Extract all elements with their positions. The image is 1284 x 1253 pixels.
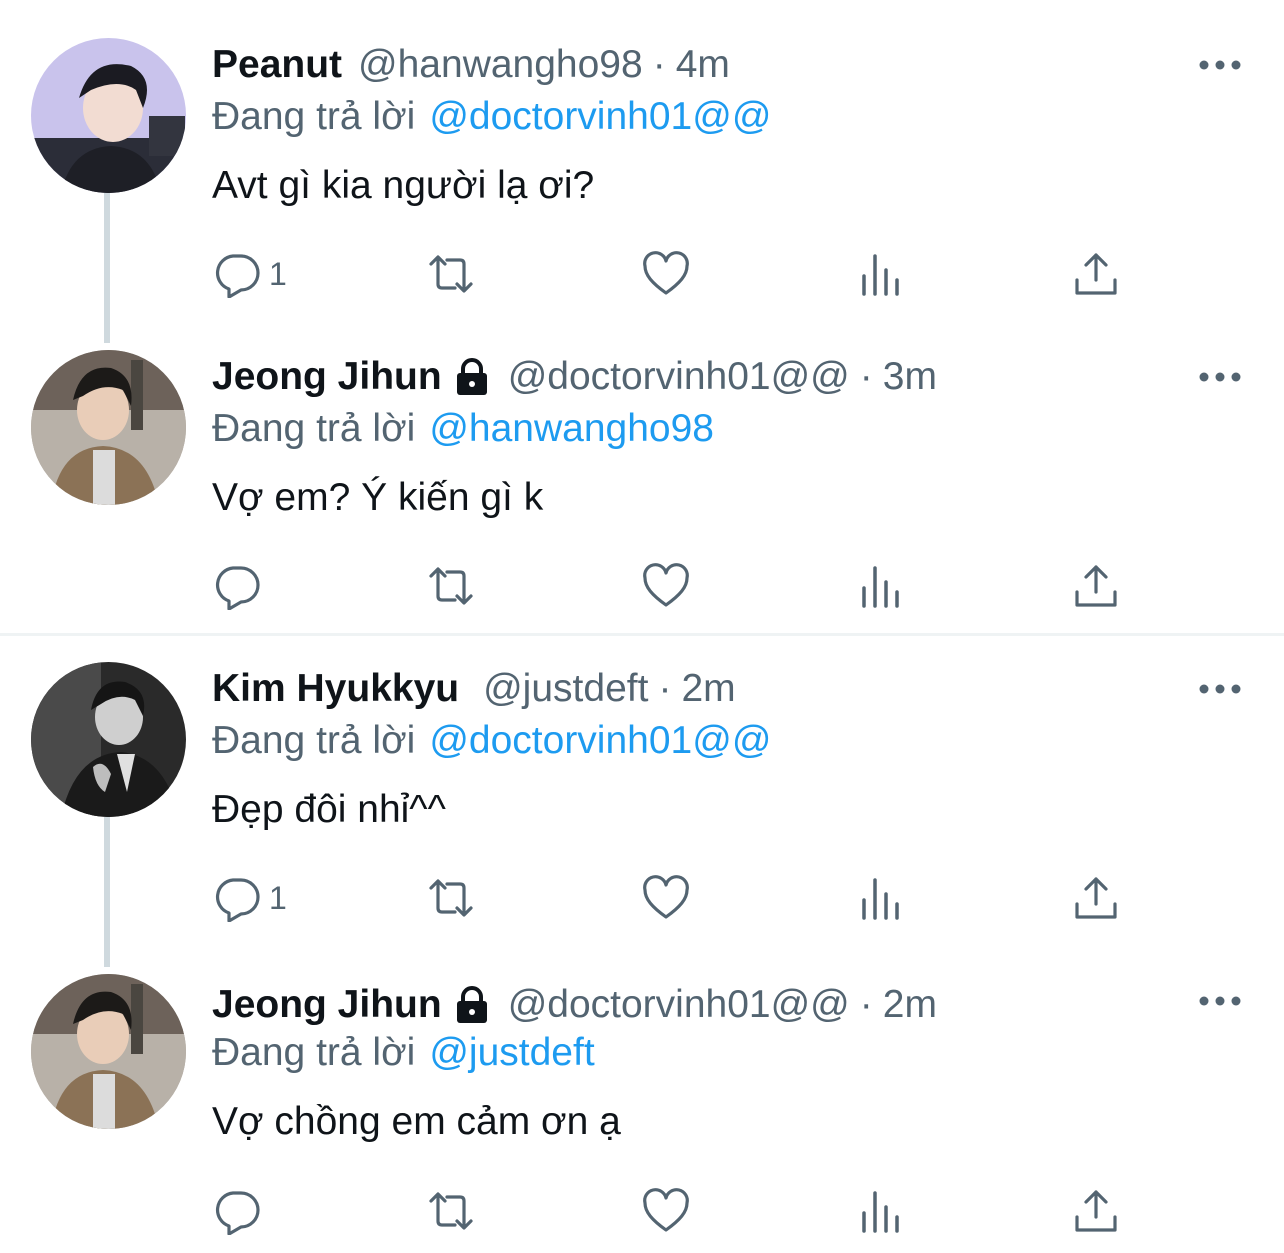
retweet-icon [429, 879, 473, 917]
retweet-icon [429, 567, 473, 605]
reply-count: 1 [269, 879, 287, 916]
replying-to: Đang trả lời @doctorvinh01@@ [212, 717, 771, 765]
tweet[interactable]: Jeong Jihun @doctorvinh01@@ · 2m Đang tr… [0, 936, 1284, 1253]
share-icon [1075, 1190, 1117, 1232]
avatar-photo [31, 38, 186, 193]
tweet-text: Vợ chồng em cảm ơn ạ [212, 1100, 621, 1143]
avatar[interactable] [31, 974, 186, 1129]
retweet-button[interactable] [427, 561, 475, 611]
replying-to-label: Đang trả lời [212, 407, 416, 450]
retweet-button[interactable] [427, 249, 475, 299]
reply-button[interactable] [213, 561, 269, 611]
avatar-photo [31, 350, 186, 505]
replying-to-label: Đang trả lời [212, 95, 416, 138]
reply-icon [215, 1191, 260, 1235]
display-name[interactable]: Jeong Jihun [212, 352, 442, 402]
retweet-icon [429, 1192, 473, 1230]
tweet-text: Avt gì kia người lạ ơi? [212, 164, 595, 207]
reply-icon [215, 566, 260, 610]
reply-button[interactable]: 1 [213, 873, 287, 923]
separator-dot: · [652, 43, 666, 86]
user-handle[interactable]: @hanwangho98 [358, 40, 643, 90]
share-button[interactable] [1072, 561, 1120, 611]
views-button[interactable] [857, 873, 905, 923]
like-icon [643, 1188, 689, 1232]
more-button[interactable] [1196, 674, 1244, 704]
share-button[interactable] [1072, 873, 1120, 923]
share-icon [1075, 253, 1117, 295]
reply-button[interactable]: 1 [213, 249, 287, 299]
more-icon [1199, 60, 1241, 70]
share-button[interactable] [1072, 249, 1120, 299]
user-handle[interactable]: @doctorvinh01@@ [508, 980, 850, 1030]
reply-count: 1 [269, 255, 287, 292]
like-button[interactable] [642, 249, 690, 299]
more-button[interactable] [1196, 986, 1244, 1016]
avatar-photo [31, 974, 186, 1129]
share-icon [1075, 565, 1117, 607]
views-icon [862, 254, 899, 296]
replying-to: Đang trả lời @doctorvinh01@@ [212, 93, 771, 141]
replying-to: Đang trả lời @hanwangho98 [212, 405, 714, 453]
like-icon [643, 563, 689, 607]
avatar[interactable] [31, 662, 186, 817]
display-name[interactable]: Peanut [212, 40, 342, 90]
share-icon [1075, 877, 1117, 919]
retweet-icon [429, 255, 473, 293]
tweet-text: Vợ em? Ý kiến gì k [212, 476, 544, 519]
retweet-button[interactable] [427, 873, 475, 923]
tweet[interactable]: Kim Hyukkyu @justdeft · 2m Đang trả lời @… [0, 624, 1284, 944]
separator-dot: · [859, 355, 873, 398]
views-icon [862, 566, 899, 608]
display-name[interactable]: Jeong Jihun [212, 980, 442, 1030]
separator-dot: · [658, 667, 672, 710]
replying-to-label: Đang trả lời [212, 1031, 416, 1074]
like-button[interactable] [642, 873, 690, 923]
tweet[interactable]: Jeong Jihun @doctorvinh01@@ · 3m Đang tr… [0, 312, 1284, 632]
mention-link[interactable]: @justdeft [429, 1031, 594, 1074]
more-icon [1199, 996, 1241, 1006]
tweet-text: Đẹp đôi nhỉ^^ [212, 788, 446, 831]
timestamp[interactable]: 2m [681, 664, 735, 714]
mention-link[interactable]: @doctorvinh01@@ [429, 719, 771, 762]
mention-link[interactable]: @doctorvinh01@@ [429, 95, 771, 138]
like-button[interactable] [642, 561, 690, 611]
user-handle[interactable]: @doctorvinh01@@ [508, 352, 850, 402]
retweet-button[interactable] [427, 1186, 475, 1236]
reply-icon [215, 254, 260, 298]
reply-button[interactable] [213, 1186, 269, 1236]
more-icon [1199, 372, 1241, 382]
reply-icon [215, 878, 260, 922]
user-handle[interactable]: @justdeft [483, 664, 648, 714]
like-icon [643, 251, 689, 295]
like-button[interactable] [642, 1186, 690, 1236]
views-button[interactable] [857, 249, 905, 299]
lock-icon [456, 358, 487, 395]
timestamp[interactable]: 3m [883, 352, 937, 402]
views-button[interactable] [857, 561, 905, 611]
avatar[interactable] [31, 350, 186, 505]
tweet[interactable]: Peanut @hanwangho98 · 4m Đang trả lời @do… [0, 0, 1284, 320]
lock-icon [456, 986, 487, 1023]
views-icon [862, 1191, 899, 1233]
separator-dot: · [859, 983, 873, 1026]
more-button[interactable] [1196, 50, 1244, 80]
more-icon [1199, 684, 1241, 694]
timestamp[interactable]: 2m [883, 980, 937, 1030]
views-button[interactable] [857, 1186, 905, 1236]
share-button[interactable] [1072, 1186, 1120, 1236]
avatar[interactable] [31, 38, 186, 193]
views-icon [862, 878, 899, 920]
replying-to-label: Đang trả lời [212, 719, 416, 762]
display-name[interactable]: Kim Hyukkyu [212, 664, 459, 714]
timestamp[interactable]: 4m [676, 40, 730, 90]
replying-to: Đang trả lời @justdeft [212, 1029, 595, 1077]
mention-link[interactable]: @hanwangho98 [429, 407, 714, 450]
like-icon [643, 875, 689, 919]
avatar-photo [31, 662, 186, 817]
more-button[interactable] [1196, 362, 1244, 392]
